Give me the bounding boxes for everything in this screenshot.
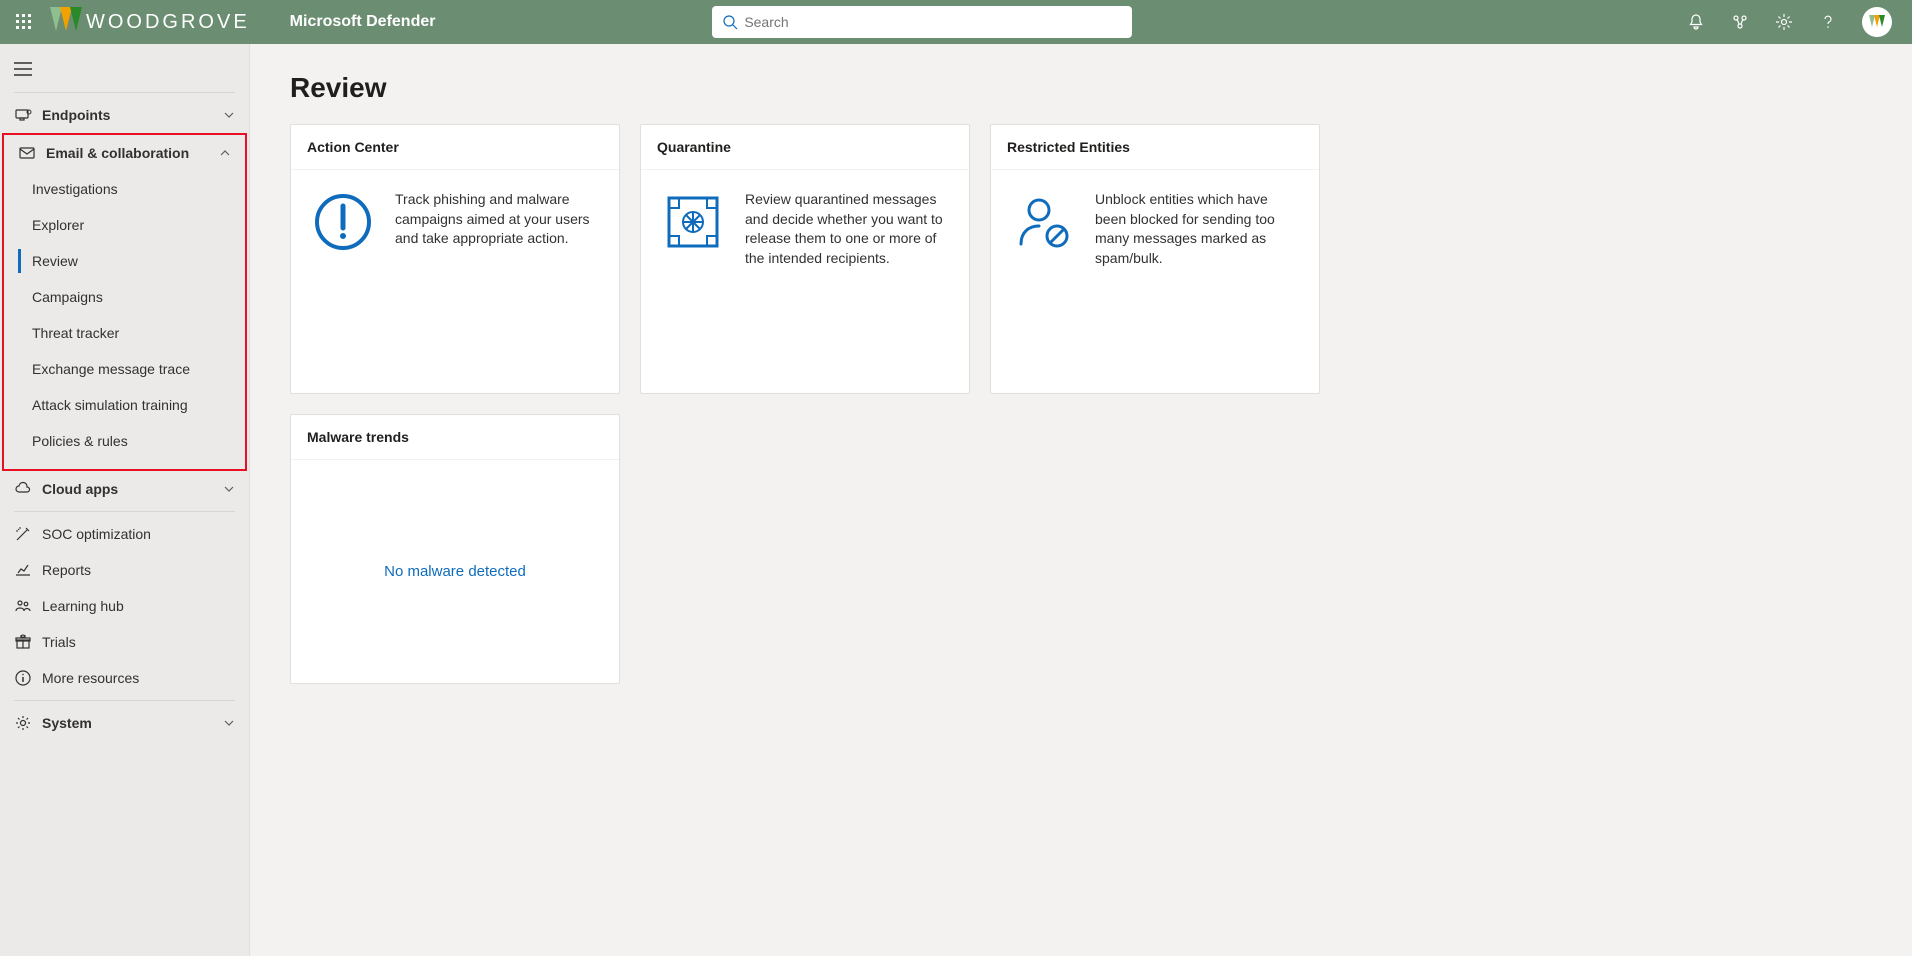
settings-icon[interactable] xyxy=(1774,12,1794,32)
sidebar-item-label: Threat tracker xyxy=(32,325,119,341)
endpoints-icon xyxy=(14,106,42,124)
community-icon[interactable] xyxy=(1730,12,1750,32)
malware-status-text: No malware detected xyxy=(384,563,526,580)
sidebar-item-more-resources[interactable]: More resources xyxy=(0,660,249,696)
sidebar-item-label: Cloud apps xyxy=(42,481,223,497)
sidebar-item-investigations[interactable]: Investigations xyxy=(18,171,245,207)
card-quarantine[interactable]: Quarantine xyxy=(640,124,970,394)
card-title: Malware trends xyxy=(291,415,619,460)
sidebar-item-label: Investigations xyxy=(32,181,118,197)
card-restricted-entities[interactable]: Restricted Entities Unblock entities whi… xyxy=(990,124,1320,394)
help-icon[interactable] xyxy=(1818,12,1838,32)
people-icon xyxy=(14,597,42,615)
search-box[interactable] xyxy=(712,6,1132,38)
sidebar-item-label: Trials xyxy=(42,634,235,650)
sidebar-item-reports[interactable]: Reports xyxy=(0,552,249,588)
sidebar-item-label: Endpoints xyxy=(42,107,223,123)
sidebar-item-label: Exchange message trace xyxy=(32,361,190,377)
cloud-icon xyxy=(14,480,42,498)
sidebar-item-system[interactable]: System xyxy=(0,705,249,741)
page-title: Review xyxy=(290,72,1872,104)
card-description: Review quarantined messages and decide w… xyxy=(745,190,949,268)
search-input[interactable] xyxy=(744,14,1122,30)
sidebar-item-label: Reports xyxy=(42,562,235,578)
gear-icon xyxy=(14,714,42,732)
sidebar-item-label: Explorer xyxy=(32,217,84,233)
wand-icon xyxy=(14,525,42,543)
sidebar-item-label: SOC optimization xyxy=(42,526,235,542)
card-description: Track phishing and malware campaigns aim… xyxy=(395,190,599,249)
chart-icon xyxy=(14,561,42,579)
sidebar-item-campaigns[interactable]: Campaigns xyxy=(18,279,245,315)
sidebar-item-threat-tracker[interactable]: Threat tracker xyxy=(18,315,245,351)
brand-logo: WOODGROVE xyxy=(48,7,250,37)
sidebar-item-cloud-apps[interactable]: Cloud apps xyxy=(0,471,249,507)
notifications-icon[interactable] xyxy=(1686,12,1706,32)
card-title: Quarantine xyxy=(641,125,969,170)
sidebar-item-policies-rules[interactable]: Policies & rules xyxy=(18,423,245,459)
user-blocked-icon xyxy=(1011,190,1075,254)
sidebar-item-attack-simulation-training[interactable]: Attack simulation training xyxy=(18,387,245,423)
chevron-down-icon xyxy=(223,483,235,495)
sidebar-item-label: Campaigns xyxy=(32,289,103,305)
sidebar-item-endpoints[interactable]: Endpoints xyxy=(0,97,249,133)
gift-icon xyxy=(14,633,42,651)
chevron-down-icon xyxy=(223,717,235,729)
sidebar-item-learning-hub[interactable]: Learning hub xyxy=(0,588,249,624)
card-title: Restricted Entities xyxy=(991,125,1319,170)
sidebar-item-label: More resources xyxy=(42,670,235,686)
highlighted-section: Email & collaboration Investigations Exp… xyxy=(2,133,247,471)
alert-circle-icon xyxy=(311,190,375,254)
hamburger-menu-icon[interactable] xyxy=(0,50,249,88)
app-title: Microsoft Defender xyxy=(290,13,436,31)
sidebar: Endpoints Email & collaboration Investig… xyxy=(0,44,250,956)
sidebar-item-label: System xyxy=(42,715,223,731)
card-title: Action Center xyxy=(291,125,619,170)
chevron-down-icon xyxy=(223,109,235,121)
brand-name: WOODGROVE xyxy=(86,11,250,34)
card-malware-trends[interactable]: Malware trends No malware detected xyxy=(290,414,620,684)
sidebar-item-exchange-message-trace[interactable]: Exchange message trace xyxy=(18,351,245,387)
search-icon xyxy=(722,14,738,30)
sidebar-item-label: Policies & rules xyxy=(32,433,128,449)
sidebar-item-trials[interactable]: Trials xyxy=(0,624,249,660)
info-icon xyxy=(14,669,42,687)
sidebar-item-explorer[interactable]: Explorer xyxy=(18,207,245,243)
sidebar-item-review[interactable]: Review xyxy=(18,243,245,279)
app-header: WOODGROVE Microsoft Defender xyxy=(0,0,1912,44)
chevron-up-icon xyxy=(219,147,231,159)
card-action-center[interactable]: Action Center Track phishing and malware… xyxy=(290,124,620,394)
quarantine-icon xyxy=(661,190,725,254)
sidebar-item-label: Email & collaboration xyxy=(46,145,219,161)
main-content: Review Action Center Track phishing and … xyxy=(250,44,1912,956)
card-description: Unblock entities which have been blocked… xyxy=(1095,190,1299,268)
sidebar-item-label: Review xyxy=(32,253,78,269)
user-avatar[interactable] xyxy=(1862,7,1892,37)
app-launcher-icon[interactable] xyxy=(10,8,38,36)
sidebar-item-soc-optimization[interactable]: SOC optimization xyxy=(0,516,249,552)
mail-icon xyxy=(18,144,46,162)
sidebar-item-label: Learning hub xyxy=(42,598,235,614)
sidebar-item-label: Attack simulation training xyxy=(32,397,188,413)
sidebar-item-email-collaboration[interactable]: Email & collaboration xyxy=(4,135,245,171)
